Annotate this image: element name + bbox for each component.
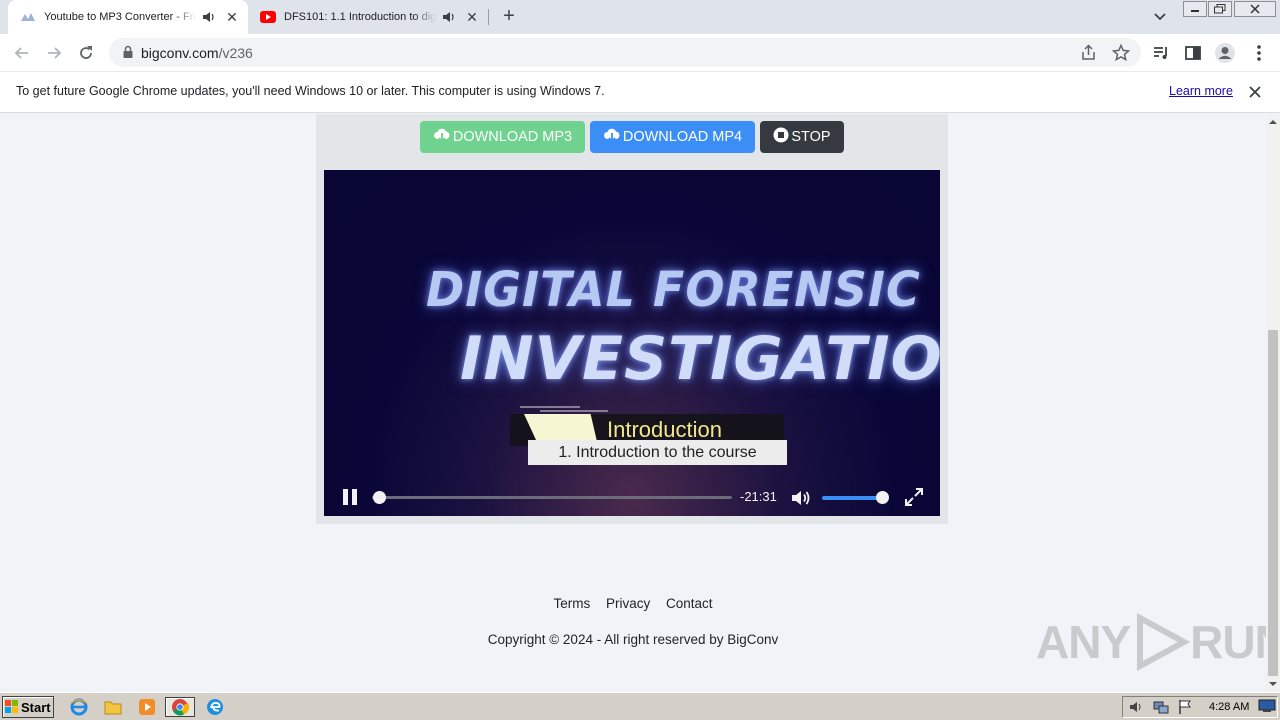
contact-link[interactable]: Contact — [666, 596, 713, 611]
network-tray-icon[interactable] — [1153, 699, 1169, 720]
start-button[interactable]: Start — [2, 696, 54, 718]
profile-avatar-icon[interactable] — [1214, 42, 1236, 64]
page-viewport: DOWNLOAD MP3 DOWNLOAD MP4 STOP DIGITAL F… — [0, 114, 1266, 692]
side-panel-icon[interactable] — [1182, 42, 1204, 64]
restore-button[interactable] — [1208, 1, 1232, 17]
bookmark-star-icon[interactable] — [1111, 43, 1131, 63]
media-controls-icon[interactable] — [1150, 42, 1172, 64]
tab-title: DFS101: 1.1 Introduction to digital fore… — [284, 11, 436, 23]
speaker-icon[interactable] — [202, 10, 216, 24]
volume-handle[interactable] — [876, 491, 889, 504]
time-remaining: -21:31 — [740, 489, 777, 504]
bigconv-logo-icon — [20, 9, 36, 25]
browser-toolbar: bigconv.com/v236 — [0, 34, 1280, 71]
pause-icon[interactable] — [342, 488, 358, 506]
tab-separator — [488, 9, 489, 25]
reload-icon[interactable] — [75, 42, 97, 64]
download-mp3-label: DOWNLOAD MP3 — [452, 129, 573, 145]
lower-third-subtitle: 1. Introduction to the course — [528, 440, 787, 465]
scroll-thumb[interactable] — [1268, 330, 1278, 676]
show-desktop-icon[interactable] — [1258, 699, 1276, 718]
stop-circle-icon — [773, 127, 789, 147]
seek-handle[interactable] — [373, 491, 387, 504]
edge-icon[interactable] — [204, 697, 226, 717]
converter-panel: DOWNLOAD MP3 DOWNLOAD MP4 STOP DIGITAL F… — [316, 114, 948, 524]
page-scrollbar[interactable] — [1266, 114, 1280, 692]
tab-strip: Youtube to MP3 Converter - Free ✕ DFS101… — [0, 0, 1280, 34]
back-icon[interactable] — [11, 42, 33, 64]
windows-logo-icon — [5, 700, 18, 713]
windows-taskbar: Start 4:28 AM — [0, 692, 1280, 720]
close-tab-icon[interactable]: ✕ — [224, 9, 240, 25]
minimize-button[interactable] — [1183, 1, 1207, 17]
stop-label: STOP — [791, 129, 831, 145]
decorative-lines — [520, 406, 608, 412]
media-player-icon[interactable] — [136, 697, 158, 717]
volume-tray-icon[interactable] — [1129, 699, 1145, 720]
start-label: Start — [21, 699, 51, 715]
ie-icon[interactable] — [68, 697, 90, 717]
taskbar-clock[interactable]: 4:28 AM — [1209, 701, 1249, 713]
terms-link[interactable]: Terms — [553, 596, 590, 611]
close-icon[interactable] — [1246, 83, 1264, 101]
cloud-download-icon — [603, 126, 621, 148]
cloud-download-icon — [433, 126, 451, 148]
stop-button[interactable]: STOP — [760, 121, 844, 153]
chrome-icon[interactable] — [165, 697, 195, 717]
learn-more-link[interactable]: Learn more — [1169, 84, 1233, 98]
privacy-link[interactable]: Privacy — [606, 596, 650, 611]
footer-links: Terms Privacy Contact — [0, 596, 1266, 611]
url-text: bigconv.com/v236 — [141, 45, 253, 61]
flag-tray-icon[interactable] — [1177, 699, 1193, 720]
close-tab-icon[interactable]: ✕ — [464, 9, 480, 25]
new-tab-button[interactable]: + — [498, 6, 520, 28]
seek-bar[interactable] — [372, 496, 732, 499]
scroll-up-arrow-icon[interactable] — [1269, 118, 1277, 126]
scroll-down-arrow-icon[interactable] — [1269, 680, 1277, 688]
system-tray: 4:28 AM — [1122, 696, 1278, 718]
explorer-icon[interactable] — [102, 697, 124, 717]
fullscreen-icon[interactable] — [904, 487, 924, 507]
download-mp3-button[interactable]: DOWNLOAD MP3 — [420, 121, 585, 153]
video-title-line-1: DIGITAL FORENSIC — [426, 260, 921, 318]
volume-icon[interactable] — [790, 487, 812, 509]
close-window-button[interactable] — [1234, 1, 1276, 17]
tab-title: Youtube to MP3 Converter - Free — [44, 11, 196, 23]
lock-icon[interactable] — [121, 45, 135, 59]
share-icon[interactable] — [1079, 43, 1099, 63]
play-logo-icon — [1137, 612, 1191, 672]
speaker-icon[interactable] — [442, 10, 456, 24]
video-player[interactable]: DIGITAL FORENSIC INVESTIGATION Introduct… — [324, 170, 940, 516]
download-mp4-label: DOWNLOAD MP4 — [622, 129, 743, 145]
anyrun-watermark: ANY RUN — [1036, 610, 1266, 674]
video-controls: -21:31 — [324, 480, 940, 516]
tab-youtube[interactable]: DFS101: 1.1 Introduction to digital fore… — [248, 0, 488, 34]
forward-icon[interactable] — [43, 42, 65, 64]
update-infobar: To get future Google Chrome updates, you… — [0, 71, 1280, 113]
download-mp4-button[interactable]: DOWNLOAD MP4 — [590, 121, 755, 153]
address-bar[interactable]: bigconv.com/v236 — [109, 38, 1141, 67]
tab-bigconv[interactable]: Youtube to MP3 Converter - Free ✕ — [8, 0, 248, 34]
video-title-line-2: INVESTIGATION — [460, 324, 940, 394]
infobar-message: To get future Google Chrome updates, you… — [16, 84, 605, 98]
youtube-icon — [260, 9, 276, 25]
tab-search-chevron-icon[interactable] — [1150, 8, 1170, 26]
kebab-menu-icon[interactable] — [1248, 42, 1270, 64]
